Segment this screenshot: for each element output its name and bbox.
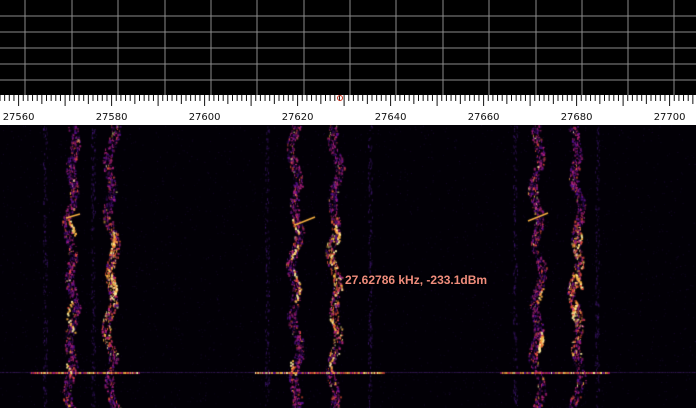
frequency-scale[interactable]: 27560 27580 27600 27620 27640 27660 27680 27700: [0, 95, 696, 125]
scale-ticks: [0, 95, 694, 106]
scale-tick-label: 27660: [468, 112, 500, 123]
scale-labels: 27560 27580 27600 27620 27640 27660 27680 27700: [3, 112, 686, 123]
waterfall-display[interactable]: [0, 125, 696, 408]
scale-tick-label: 27620: [282, 112, 314, 123]
scale-tick-label: 27580: [96, 112, 128, 123]
cursor-readout: 27.62786 kHz, -233.1dBm: [345, 273, 488, 287]
scale-tick-label: 27640: [375, 112, 407, 123]
scale-tick-label: 27600: [189, 112, 221, 123]
spectrum-plot[interactable]: [0, 0, 696, 95]
scale-tick-label: 27680: [561, 112, 593, 123]
scale-tick-label: 27560: [3, 112, 35, 123]
cursor-marker: [337, 95, 343, 101]
scale-tick-label: 27700: [654, 112, 686, 123]
